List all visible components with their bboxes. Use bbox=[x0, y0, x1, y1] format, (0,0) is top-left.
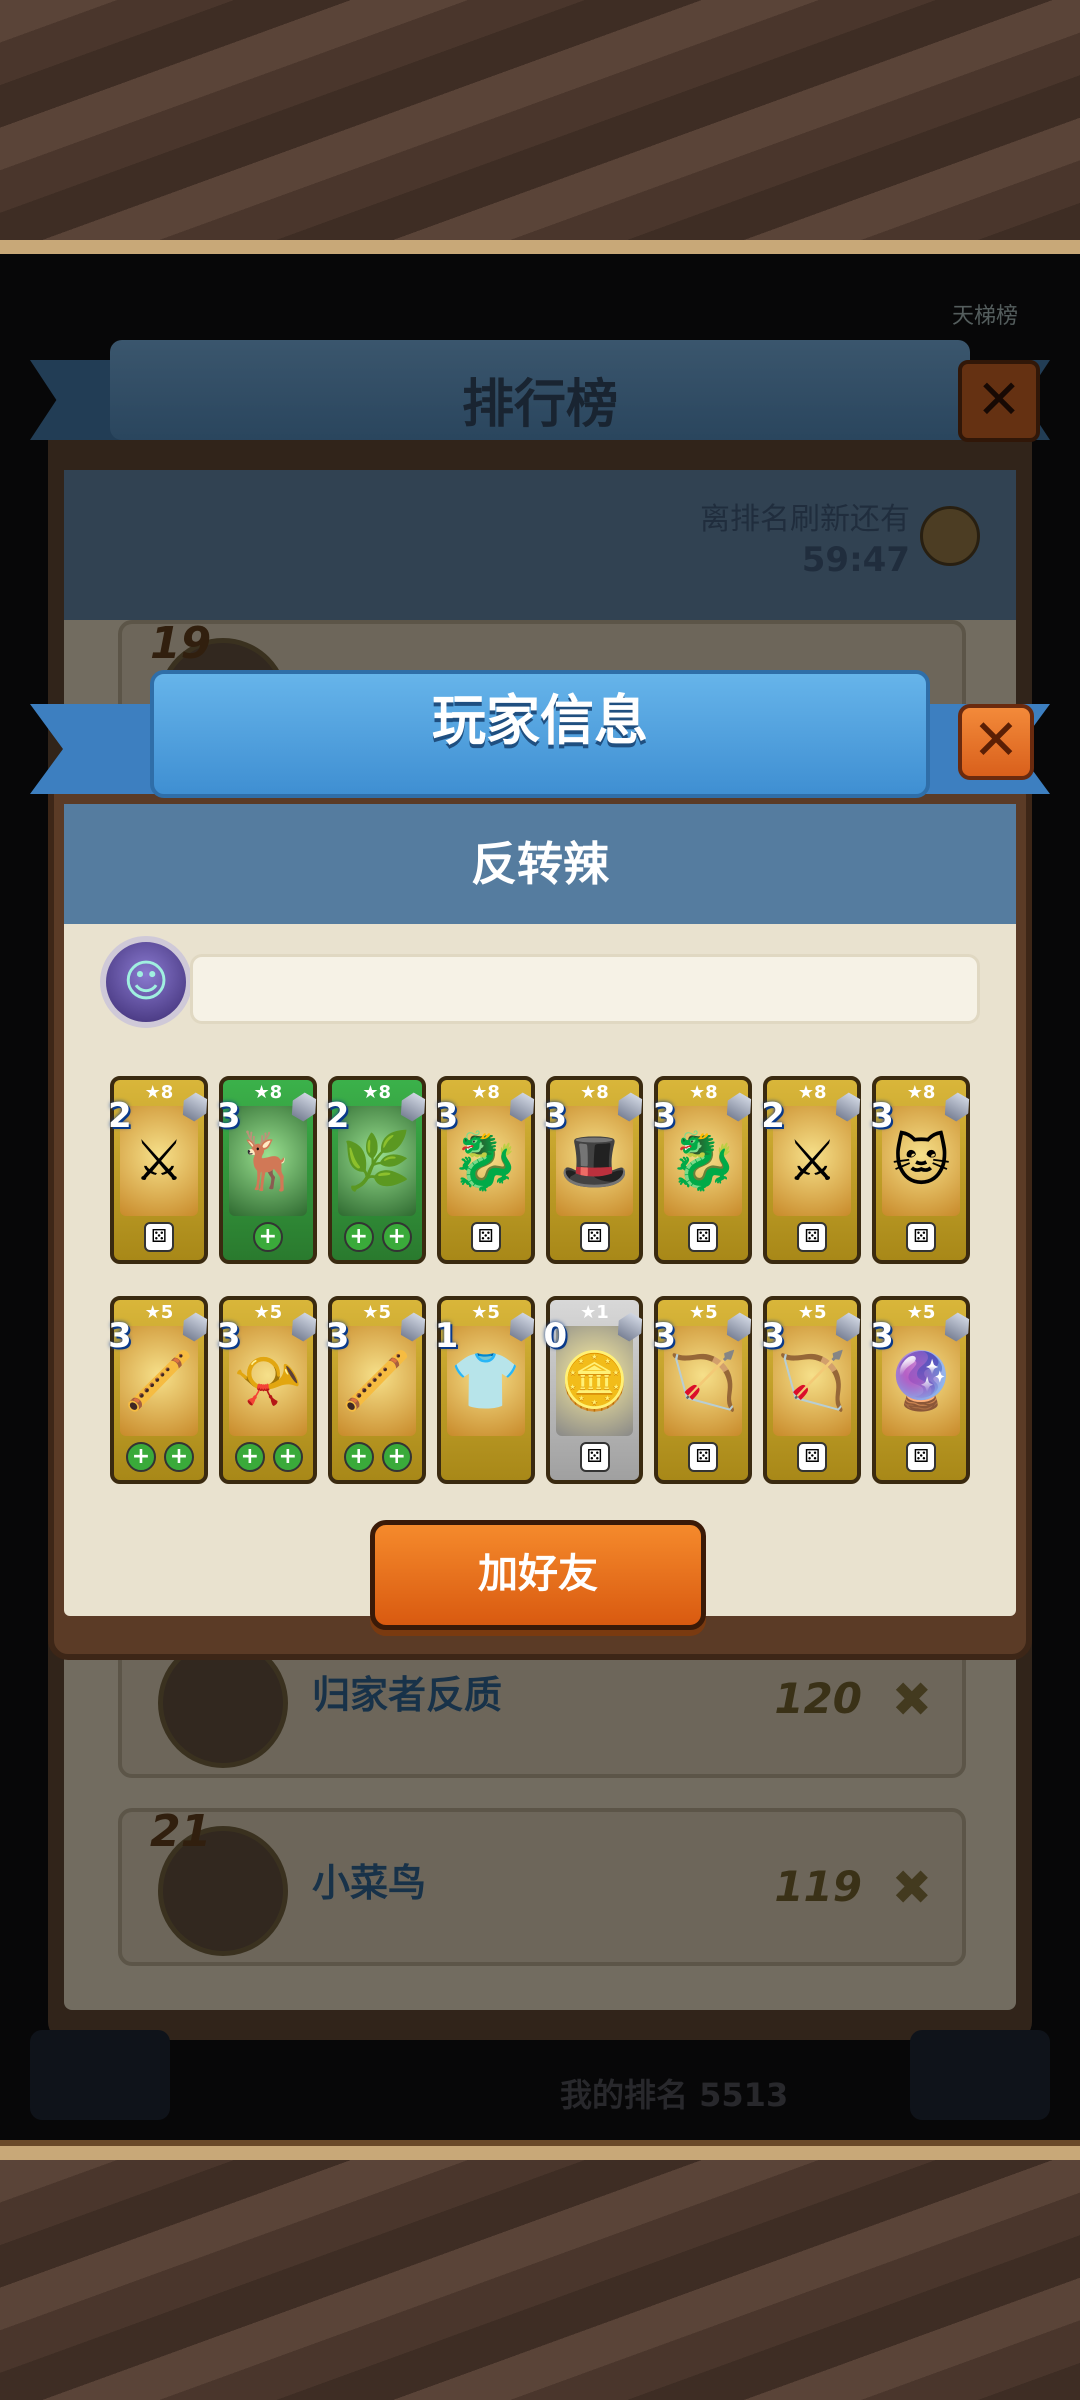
upgrade-plus-icon: + bbox=[234, 1442, 265, 1472]
card-level: 3 bbox=[216, 1316, 241, 1356]
hero-card[interactable]: ★8 🐉 3 ⚄ bbox=[652, 1076, 752, 1264]
card-level: 0 bbox=[543, 1316, 568, 1356]
hero-deck: ★8 ⚔ 2 ⚄ ★8 🦌 3 + ★8 🌿 2 + + ★8 🐉 3 ⚄ ★8 🎩 3 ⚄ ★8 🐉 3 ⚄ ★8 ⚔ 2 ⚄ ★8 🐱 3… bbox=[108, 1076, 970, 1264]
card-art: 🐉 bbox=[446, 1106, 525, 1216]
upgrade-plus-icon: + bbox=[272, 1442, 303, 1472]
upgrade-plus-icon: + bbox=[343, 1222, 374, 1252]
item-card[interactable]: ★5 🏹 3 ⚄ bbox=[761, 1296, 861, 1484]
card-level: 1 bbox=[434, 1316, 459, 1356]
upgrade-plus-icon: + bbox=[164, 1442, 194, 1472]
card-level: 3 bbox=[543, 1096, 568, 1136]
close-icon: ✕ bbox=[972, 708, 1020, 773]
item-card[interactable]: ★5 👕 1 bbox=[434, 1296, 535, 1484]
item-card[interactable]: ★5 🏹 3 ⚄ bbox=[652, 1296, 752, 1484]
card-level: 3 bbox=[108, 1316, 132, 1356]
wood-frame-bottom bbox=[0, 2146, 1080, 2400]
dice-icon: ⚄ bbox=[688, 1442, 719, 1472]
dice-icon: ⚄ bbox=[906, 1222, 937, 1252]
dice-icon: ⚄ bbox=[688, 1222, 719, 1252]
card-level: 3 bbox=[761, 1316, 785, 1356]
player-name: 反转辣 bbox=[471, 837, 609, 891]
card-art: 🐉 bbox=[664, 1106, 743, 1216]
item-card[interactable]: ★5 🪈 3 + + bbox=[325, 1296, 426, 1484]
card-art: 🪈 bbox=[337, 1326, 416, 1436]
dice-icon: ⚄ bbox=[797, 1442, 828, 1472]
item-card[interactable]: ★1 🪙 0 ⚄ bbox=[543, 1296, 644, 1484]
player-info-modal: 反转辣 玩家信息 ✕ ☺ ★8 ⚔ 2 ⚄ ★8 🦌 3 + ★8 🌿 2 + + ★8 🐉 3 ⚄ ★8 🎩 3 ⚄ ★… bbox=[30, 670, 1050, 1660]
hero-card[interactable]: ★8 ⚔ 2 ⚄ bbox=[108, 1076, 208, 1264]
dice-icon: ⚄ bbox=[579, 1222, 610, 1252]
add-friend-button[interactable]: 加好友 bbox=[370, 1520, 706, 1630]
dice-icon: ⚄ bbox=[144, 1222, 174, 1252]
modal-title: 玩家信息 bbox=[432, 689, 648, 752]
item-card[interactable]: ★5 🔮 3 ⚄ bbox=[870, 1296, 970, 1484]
card-level: 2 bbox=[108, 1096, 132, 1136]
player-signature bbox=[190, 954, 980, 1024]
dice-icon: ⚄ bbox=[797, 1222, 828, 1252]
dice-icon: ⚄ bbox=[470, 1222, 501, 1252]
hero-card[interactable]: ★8 🦌 3 + bbox=[216, 1076, 317, 1264]
card-level: 3 bbox=[216, 1096, 241, 1136]
upgrade-plus-icon: + bbox=[343, 1442, 374, 1472]
upgrade-plus-icon: + bbox=[381, 1222, 412, 1252]
dice-icon: ⚄ bbox=[579, 1442, 610, 1472]
card-level: 2 bbox=[325, 1096, 350, 1136]
hero-card[interactable]: ★8 🎩 3 ⚄ bbox=[543, 1076, 644, 1264]
item-card[interactable]: ★5 📯 3 + + bbox=[216, 1296, 317, 1484]
close-button[interactable]: ✕ bbox=[958, 704, 1034, 780]
item-card[interactable]: ★5 🪈 3 + + bbox=[108, 1296, 208, 1484]
hero-card[interactable]: ★8 🐉 3 ⚄ bbox=[434, 1076, 535, 1264]
card-level: 2 bbox=[761, 1096, 785, 1136]
card-art: 🏹 bbox=[664, 1326, 743, 1436]
card-level: 3 bbox=[652, 1316, 677, 1356]
item-deck: ★5 🪈 3 + + ★5 📯 3 + + ★5 🪈 3 + + ★5 👕 1 ★1 🪙 0 ⚄ ★5 🏹 3 ⚄ ★5 🏹 3 ⚄ ★5 🔮… bbox=[108, 1296, 970, 1484]
upgrade-plus-icon: + bbox=[252, 1222, 283, 1252]
card-art: 🌿 bbox=[337, 1106, 416, 1216]
hero-card[interactable]: ★8 🐱 3 ⚄ bbox=[870, 1076, 970, 1264]
card-level: 3 bbox=[325, 1316, 350, 1356]
wizard-icon: ☺ bbox=[123, 956, 169, 1007]
card-art: 👕 bbox=[446, 1326, 525, 1436]
wood-frame-top bbox=[0, 0, 1080, 254]
card-level: 3 bbox=[652, 1096, 677, 1136]
card-level: 3 bbox=[870, 1316, 894, 1356]
card-art: 🎩 bbox=[555, 1106, 634, 1216]
card-art: 🪙 bbox=[555, 1326, 634, 1436]
dice-icon: ⚄ bbox=[906, 1442, 937, 1472]
hero-card[interactable]: ★8 ⚔ 2 ⚄ bbox=[761, 1076, 861, 1264]
hero-card[interactable]: ★8 🌿 2 + + bbox=[325, 1076, 426, 1264]
upgrade-plus-icon: + bbox=[381, 1442, 412, 1472]
card-level: 3 bbox=[870, 1096, 894, 1136]
player-avatar[interactable]: ☺ bbox=[100, 936, 192, 1028]
upgrade-plus-icon: + bbox=[126, 1442, 156, 1472]
card-level: 3 bbox=[434, 1096, 459, 1136]
